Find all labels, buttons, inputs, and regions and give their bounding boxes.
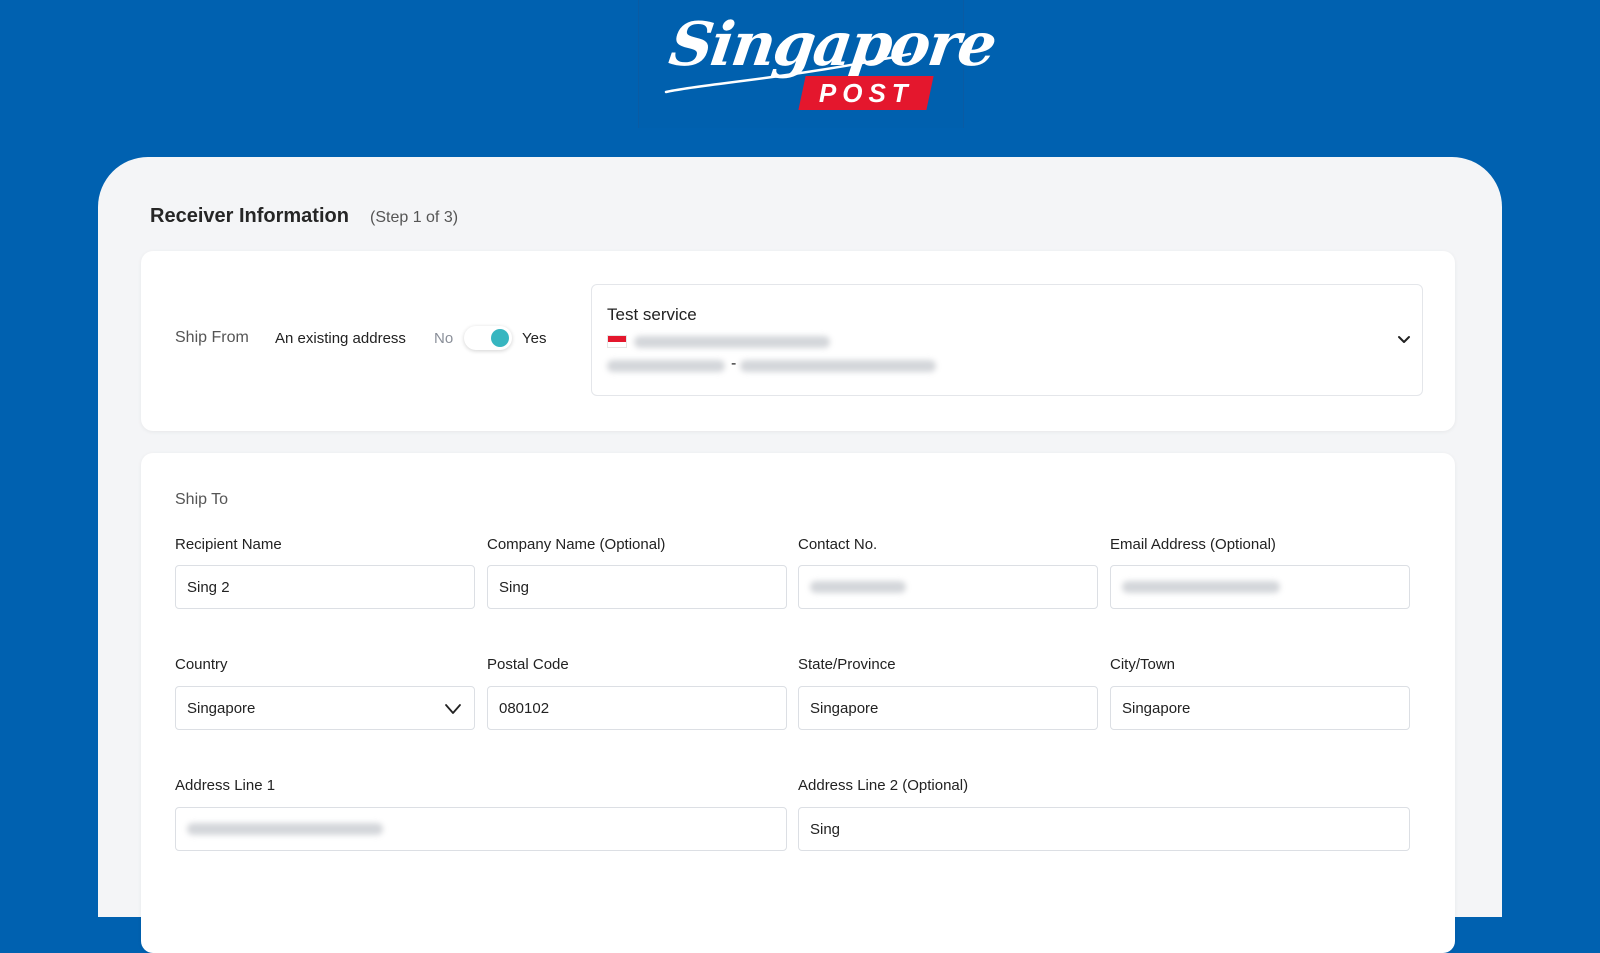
redacted-email-value [1122,581,1280,593]
address-line-2-label: Address Line 2 (Optional) [798,777,969,794]
singapore-flag-icon [607,335,627,348]
chevron-down-icon[interactable] [1396,331,1412,347]
recipient-name-label: Recipient Name [175,536,282,553]
toggle-no-label: No [434,330,454,347]
email-label: Email Address (Optional) [1110,536,1276,553]
ship-to-label: Ship To [175,491,229,508]
site-header: Singapore POST [0,0,1600,157]
main-panel: Receiver Information (Step 1 of 3) Ship … [98,157,1502,953]
state-input[interactable]: Singapore [798,686,1098,730]
address-line-1-input[interactable] [175,807,787,851]
address-line-2-value: Sing [810,820,841,838]
chevron-down-icon [445,704,461,714]
address-line-2-input[interactable]: Sing [798,807,1410,851]
country-select[interactable]: Singapore [175,686,475,730]
address-separator: - [731,355,737,372]
redacted-address-line-1 [187,823,383,835]
existing-address-toggle[interactable] [464,326,512,350]
company-name-input[interactable]: Sing [487,565,787,609]
redacted-contact-no [810,581,906,593]
saved-address-dropdown[interactable]: Test service - [591,284,1423,396]
singapore-post-logo[interactable]: Singapore POST [660,10,999,118]
state-value: Singapore [810,699,879,717]
city-label: City/Town [1110,656,1176,673]
ship-from-label: Ship From [175,329,249,346]
address-service-name: Test service [607,305,697,324]
country-value: Singapore [187,699,256,717]
logo-post-badge: POST [798,76,934,110]
toggle-yes-label: Yes [522,330,547,347]
redacted-address [634,336,830,348]
ship-from-card: Ship From An existing address No Yes Tes… [141,251,1455,431]
recipient-name-input[interactable]: Sing 2 [175,565,475,609]
postal-code-value: 080102 [499,699,550,717]
email-input[interactable] [1110,565,1410,609]
city-value: Singapore [1122,699,1191,717]
contact-no-label: Contact No. [798,536,878,553]
step-indicator: (Step 1 of 3) [370,209,459,226]
postal-code-label: Postal Code [487,656,569,673]
toggle-knob [491,329,509,347]
company-name-value: Sing [499,578,530,596]
logo-post-text: POST [818,77,914,108]
redacted-phone [607,360,725,372]
city-input[interactable]: Singapore [1110,686,1410,730]
redacted-email [740,360,936,372]
postal-code-input[interactable]: 080102 [487,686,787,730]
company-name-label: Company Name (Optional) [487,536,666,553]
recipient-name-value: Sing 2 [187,578,230,596]
ship-to-card: Ship To Recipient Name Sing 2 Company Na… [141,453,1455,953]
logo-script-text: Singapore [665,10,1000,80]
page-title: Receiver Information [150,205,349,227]
state-label: State/Province [798,656,896,673]
contact-no-input[interactable] [798,565,1098,609]
existing-address-label: An existing address [275,330,406,347]
country-label: Country [175,656,228,673]
address-line-1-label: Address Line 1 [175,777,276,794]
